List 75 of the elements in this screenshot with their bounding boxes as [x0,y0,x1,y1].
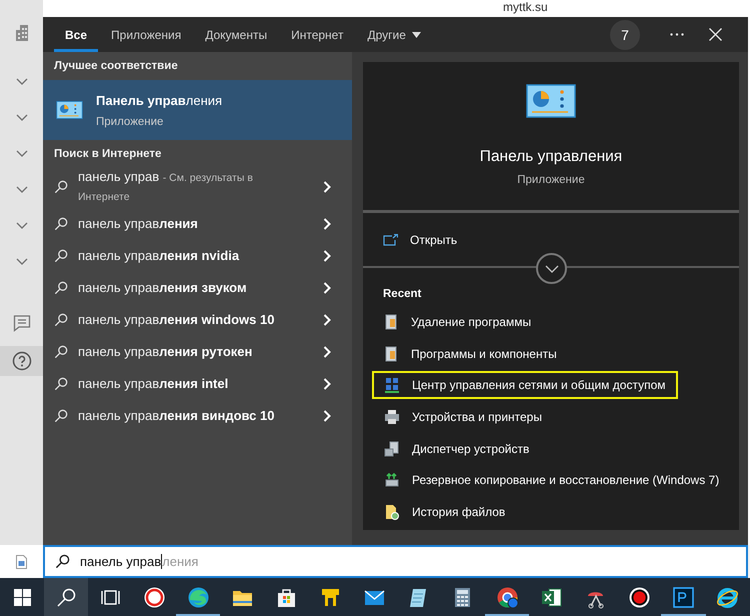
best-match-subtitle: Приложение [96,116,164,128]
more-options-icon[interactable] [670,33,684,36]
chevron-right-icon [323,250,331,262]
taskbar-button[interactable] [44,578,88,616]
chevron-down-icon [16,222,28,230]
control-panel-icon [56,101,83,119]
chat-icon[interactable] [12,314,30,332]
open-action[interactable]: Открыть [363,213,478,266]
chevron-down-icon [16,114,28,122]
document-icon [16,554,27,568]
spreadsheet-icon [540,586,563,608]
search-icon [55,554,70,569]
chevron-down-icon [16,150,28,158]
network-icon [384,377,400,394]
preview-title: Панель управления [480,148,622,166]
file-history-icon [384,504,400,520]
chevron-right-icon [323,282,331,294]
search-suggestion[interactable]: панель управления звуком [78,279,307,297]
recent-item[interactable]: История файлов [372,498,518,526]
search-suggestion[interactable]: панель управления виндовс 10 [78,407,307,425]
programs-icon [384,314,399,330]
preview-subtitle: Приложение [517,174,585,186]
search-suggestion[interactable]: панель управления intel [78,375,307,393]
chevron-right-icon [323,181,331,193]
best-match-item[interactable]: Панель управления Приложение [43,80,352,140]
recent-item[interactable]: Центр управления сетями и общим доступом [372,371,678,400]
section-heading: Поиск в Интернете [53,148,162,162]
recent-heading: Recent [383,288,422,300]
filter-tab[interactable]: Интернет [280,17,354,52]
open-window-icon [383,234,398,246]
search-icon [54,180,68,194]
backup-icon [384,472,400,488]
rewards-badge[interactable]: 7 [610,20,640,50]
filter-tab[interactable]: Другие [356,17,432,52]
help-icon[interactable] [12,351,32,371]
search-suggestion[interactable]: панель управления windows 10 [78,311,307,329]
recent-item[interactable]: Удаление программы [372,308,544,336]
chevron-right-icon [323,410,331,422]
search-suggestion[interactable]: панель управ - См. результаты в Интернете [78,168,307,206]
search-input-field[interactable]: панель управления [80,554,198,569]
search-suggestion[interactable]: панель управления рутокен [78,343,307,361]
search-icon [54,377,68,391]
search-icon [54,345,68,359]
chevron-down-icon [544,264,558,273]
search-icon [54,249,68,263]
recent-item[interactable]: Диспетчер устройств [372,434,542,463]
programs-icon [384,346,399,362]
chevron-right-icon [323,346,331,358]
recent-item[interactable]: Устройства и принтеры [372,403,554,431]
search-icon [54,409,68,423]
section-heading: Лучшее соответствие [53,60,179,74]
chevron-right-icon [323,378,331,390]
expand-button[interactable] [536,253,567,284]
chevron-right-icon [323,218,331,230]
control-panel-icon [526,84,576,118]
chevron-down-icon [16,186,28,194]
record-icon [628,586,651,608]
search-suggestion[interactable]: панель управления nvidia [78,247,307,265]
best-match-title: Панель управления [96,92,222,108]
recent-item[interactable]: Программы и компоненты [372,340,569,368]
devices-icon [384,440,400,457]
site-address-text: myttk.su [503,0,548,14]
search-icon [54,217,68,231]
close-icon[interactable] [708,28,722,41]
search-icon [54,313,68,327]
recent-item[interactable]: Резервное копирование и восстановление (Windows 7) [372,466,732,494]
browser-logo-icon [142,586,166,608]
printer-icon [384,409,400,426]
search-icon [54,281,68,295]
chevron-down-icon [16,258,28,266]
chevron-right-icon [323,314,331,326]
filter-tab[interactable]: Приложения [100,17,192,52]
filter-tab[interactable]: Документы [194,17,278,52]
search-suggestion[interactable]: панель управления [78,215,307,233]
chevron-down-icon [16,78,28,86]
